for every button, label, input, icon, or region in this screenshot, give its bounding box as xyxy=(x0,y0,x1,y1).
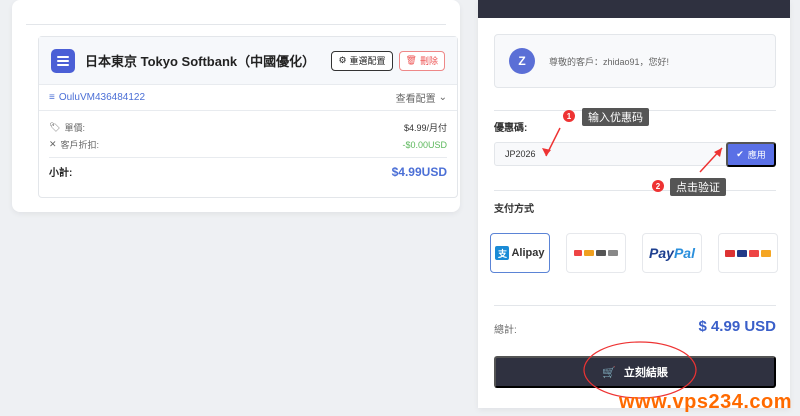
check-icon: ✔ xyxy=(736,149,744,159)
vm-row: ≡ OuluVM436484122 查看配置 ⌄ xyxy=(39,85,457,111)
view-config-toggle[interactable]: 查看配置 ⌄ xyxy=(396,90,447,105)
delete-label: 刪除 xyxy=(419,56,438,66)
subtotal-label: 小計: xyxy=(49,168,73,179)
payment-option-alipay[interactable]: 支 Alipay xyxy=(490,233,550,273)
delete-button[interactable]: 🗑 刪除 xyxy=(398,50,445,71)
discount-label: ✕ 客戶折扣: xyxy=(49,139,100,150)
product-card: 日本東京 Tokyo Softbank（中國優化） ⚙ 重選配置 🗑 刪除 ≡ … xyxy=(38,36,458,198)
reconfigure-button[interactable]: ⚙ 重選配置 xyxy=(331,50,393,71)
annotation-step-1: 输入优惠码 xyxy=(582,108,649,126)
total-value: $ 4.99 USD xyxy=(698,318,776,335)
chevron-down-icon: ⌄ xyxy=(438,92,447,103)
avatar: Z xyxy=(509,48,535,74)
divider xyxy=(26,24,446,25)
annotation-step-2: 点击验证 xyxy=(670,178,726,196)
price-lines: 🏷 單價: $4.99/月付 ✕ 客戶折扣: -$0.00USD xyxy=(39,111,457,153)
alipay-icon: 支 xyxy=(495,246,510,260)
unit-price-row: 🏷 單價: $4.99/月付 xyxy=(49,119,447,136)
divider xyxy=(494,190,776,191)
user-greeting-box: Z 尊敬的客戶：zhidao91，您好! xyxy=(494,34,776,88)
alipay-label: Alipay xyxy=(511,247,545,259)
alipay-logo: 支 Alipay xyxy=(495,246,545,260)
credit-cards-icon xyxy=(725,249,771,257)
discount-row: ✕ 客戶折扣: -$0.00USD xyxy=(49,136,447,153)
cart-panel: 日本東京 Tokyo Softbank（中國優化） ⚙ 重選配置 🗑 刪除 ≡ … xyxy=(12,0,460,212)
watermark: www.vps234.com xyxy=(619,391,792,413)
unit-price-value: $4.99/月付 xyxy=(403,123,447,133)
server-icon xyxy=(51,48,75,73)
product-title: 日本東京 Tokyo Softbank（中國優化） xyxy=(85,54,316,69)
payment-label: 支付方式 xyxy=(494,204,534,215)
checkout-button[interactable]: 🛒 立刻結賬 xyxy=(494,356,776,388)
subtotal-value: $4.99USD xyxy=(391,164,447,179)
greeting-text: 尊敬的客戶：zhidao91，您好! xyxy=(549,56,670,67)
discount-value: -$0.00USD xyxy=(402,139,447,150)
product-header: 日本東京 Tokyo Softbank（中國優化） ⚙ 重選配置 🗑 刪除 xyxy=(39,37,457,85)
divider xyxy=(494,305,776,306)
subtotal-row: 小計: $4.99USD xyxy=(39,158,457,185)
payment-option-bank[interactable] xyxy=(566,233,626,273)
payment-methods: 支 Alipay PayPal xyxy=(490,233,780,275)
trash-icon: 🗑 xyxy=(405,55,417,65)
coupon-label: 優惠碼: xyxy=(494,123,528,134)
checkout-label: 立刻結賬 xyxy=(623,367,668,379)
total-label: 總計: xyxy=(494,325,517,336)
view-config-label: 查看配置 xyxy=(395,94,436,105)
cart-icon: 🛒 xyxy=(602,366,616,379)
gear-icon: ⚙ xyxy=(338,55,347,65)
coupon-input[interactable]: JP2026 xyxy=(494,142,730,166)
vm-id: ≡ OuluVM436484122 xyxy=(49,92,396,103)
tag-icon: 🏷 xyxy=(49,122,61,132)
bank-logos-icon xyxy=(574,250,618,256)
checkout-panel: Z 尊敬的客戶：zhidao91，您好! 優惠碼: JP2026 ✔ 應用 支付… xyxy=(478,0,790,408)
payment-option-paypal[interactable]: PayPal xyxy=(642,233,702,273)
vm-id-text: OuluVM436484122 xyxy=(58,92,146,103)
annotation-step-1-number: 1 xyxy=(563,110,575,122)
checkout-topbar xyxy=(478,0,790,18)
payment-option-cards[interactable] xyxy=(718,233,778,273)
apply-coupon-button[interactable]: ✔ 應用 xyxy=(726,142,776,167)
list-icon: ≡ xyxy=(49,92,55,103)
annotation-step-2-number: 2 xyxy=(652,180,664,192)
unit-price-label: 🏷 單價: xyxy=(49,122,85,133)
paypal-logo: PayPal xyxy=(649,245,695,261)
percent-icon: ✕ xyxy=(49,139,57,149)
reconfigure-label: 重選配置 xyxy=(349,56,386,66)
apply-label: 應用 xyxy=(747,150,766,160)
